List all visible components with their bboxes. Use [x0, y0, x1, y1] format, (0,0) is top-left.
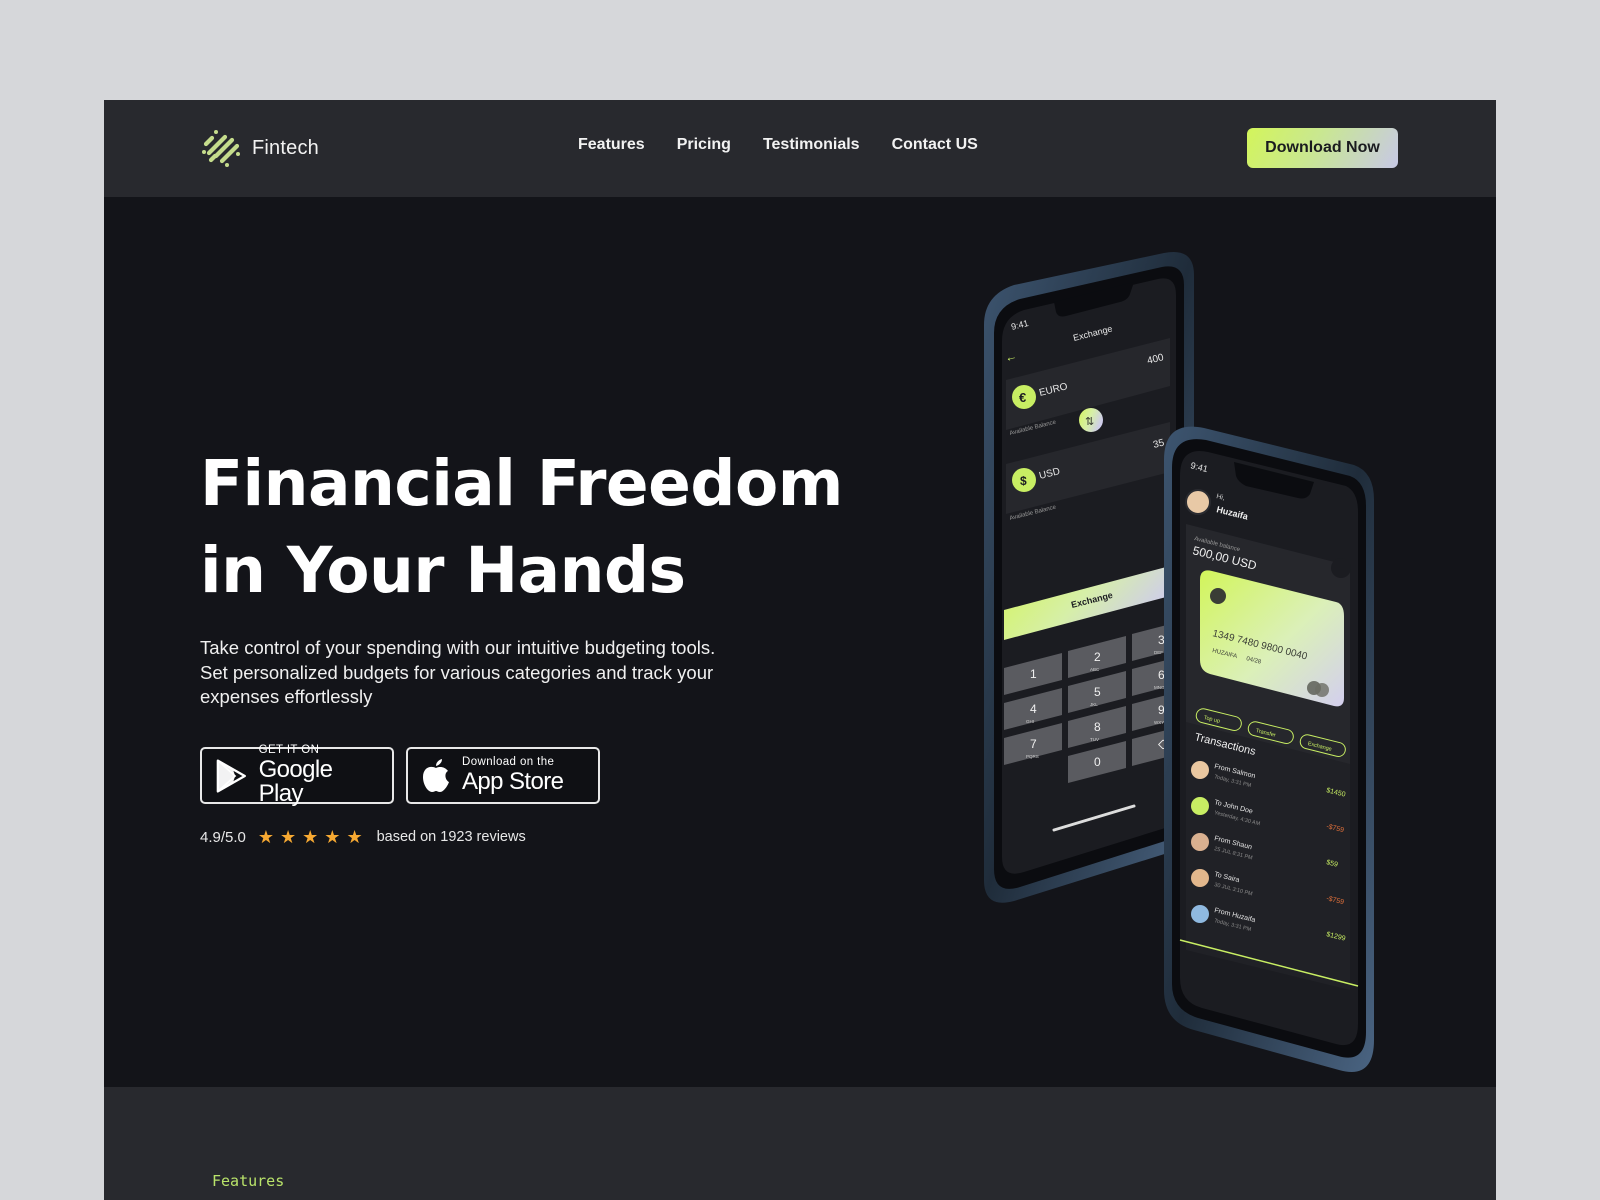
star-icon: ★	[280, 827, 297, 847]
star-icon: ★	[324, 827, 341, 847]
keypad-key-letters: TUV	[1090, 737, 1099, 742]
hero-title-line1: Financial Freedom	[200, 447, 843, 520]
rating-score: 4.9/5.0	[200, 828, 246, 846]
keypad-key-letters: PQRS	[1026, 754, 1039, 759]
google-play-small-text: GET IT ON	[258, 743, 320, 756]
keypad-key-number: 4	[1030, 702, 1037, 716]
transaction-avatar	[1191, 905, 1209, 923]
phone-mockups: 9:41 Exchange ← € EURO 400 Available Bal…	[984, 251, 1374, 1072]
logo-stripes-icon	[202, 130, 240, 167]
google-play-big-text: Google Play	[258, 756, 333, 808]
keypad-key-letters: MNO	[1154, 685, 1165, 690]
transaction-avatar	[1191, 869, 1209, 887]
star-icon: ★	[257, 827, 275, 847]
nav-contact[interactable]: Contact US	[892, 136, 978, 154]
keypad-key-letters: GHI	[1026, 719, 1034, 724]
exchange-phone: 9:41 Exchange ← € EURO 400 Available Bal…	[984, 251, 1194, 903]
keypad-key-number: 0	[1094, 755, 1101, 769]
keypad-key-number: 9	[1158, 703, 1165, 717]
dollar-symbol: $	[1020, 474, 1027, 488]
keypad-key-number: 7	[1030, 737, 1037, 751]
app-store-button[interactable]: Download on the App Store	[406, 747, 600, 804]
app-store-small-text: Download on the	[462, 755, 555, 768]
apple-icon	[423, 758, 449, 792]
rating-review-count: based on 1923 reviews	[376, 829, 526, 845]
transaction-avatar	[1191, 833, 1209, 851]
keypad-key-letters: JKL	[1090, 702, 1098, 707]
star-icon: ★	[302, 827, 319, 847]
transaction-avatar	[1191, 797, 1209, 815]
nav-testimonials[interactable]: Testimonials	[763, 136, 860, 154]
keypad-key-number: 8	[1094, 720, 1101, 734]
transaction-avatar	[1191, 761, 1209, 779]
keypad-key-number: 3	[1158, 633, 1165, 647]
brand-logo[interactable]: Fintech	[200, 127, 319, 169]
google-play-icon	[216, 758, 246, 793]
google-play-button[interactable]: GET IT ON Google Play	[200, 743, 394, 808]
store-buttons: GET IT ON Google Play Download on the Ap…	[200, 743, 600, 808]
notification-bell-icon[interactable]	[1331, 558, 1351, 578]
hero-title: Financial Freedom in Your Hands	[200, 440, 920, 614]
swap-icon: ⇅	[1085, 416, 1094, 428]
rating-row: 4.9/5.0 ★ ★ ★ ★ ★ based on 1923 reviews	[200, 828, 526, 846]
features-section-label: Features	[212, 1172, 285, 1190]
landing-page: Fintech Features Pricing Testimonials Co…	[104, 100, 1496, 1200]
home-phone: 9:41 Hi, Huzaifa Available balance 500,0…	[1164, 426, 1374, 1072]
main-nav: Features Pricing Testimonials Contact US	[578, 136, 978, 154]
keypad-key-number: 1	[1030, 667, 1037, 681]
features-section: Features	[104, 1087, 1496, 1200]
star-icon: ★	[346, 827, 363, 847]
keypad-key-number: 6	[1158, 668, 1165, 682]
hero-title-line2: in Your Hands	[200, 534, 686, 607]
keypad-key-number: 2	[1094, 650, 1101, 664]
app-store-big-text: App Store	[462, 768, 564, 796]
brand-name: Fintech	[252, 136, 319, 159]
nav-features[interactable]: Features	[578, 136, 645, 154]
keypad-key-letters: DEF	[1154, 650, 1163, 655]
nav-pricing[interactable]: Pricing	[677, 136, 731, 154]
keypad-key-number: 5	[1094, 685, 1101, 699]
hero-description: Take control of your spending with our i…	[200, 637, 716, 707]
download-now-button[interactable]: Download Now	[1247, 128, 1398, 168]
site-header: Fintech Features Pricing Testimonials Co…	[104, 100, 1496, 197]
keypad-key-letters: ABC	[1090, 667, 1100, 672]
user-avatar[interactable]	[1185, 489, 1211, 515]
euro-symbol: €	[1019, 390, 1026, 405]
